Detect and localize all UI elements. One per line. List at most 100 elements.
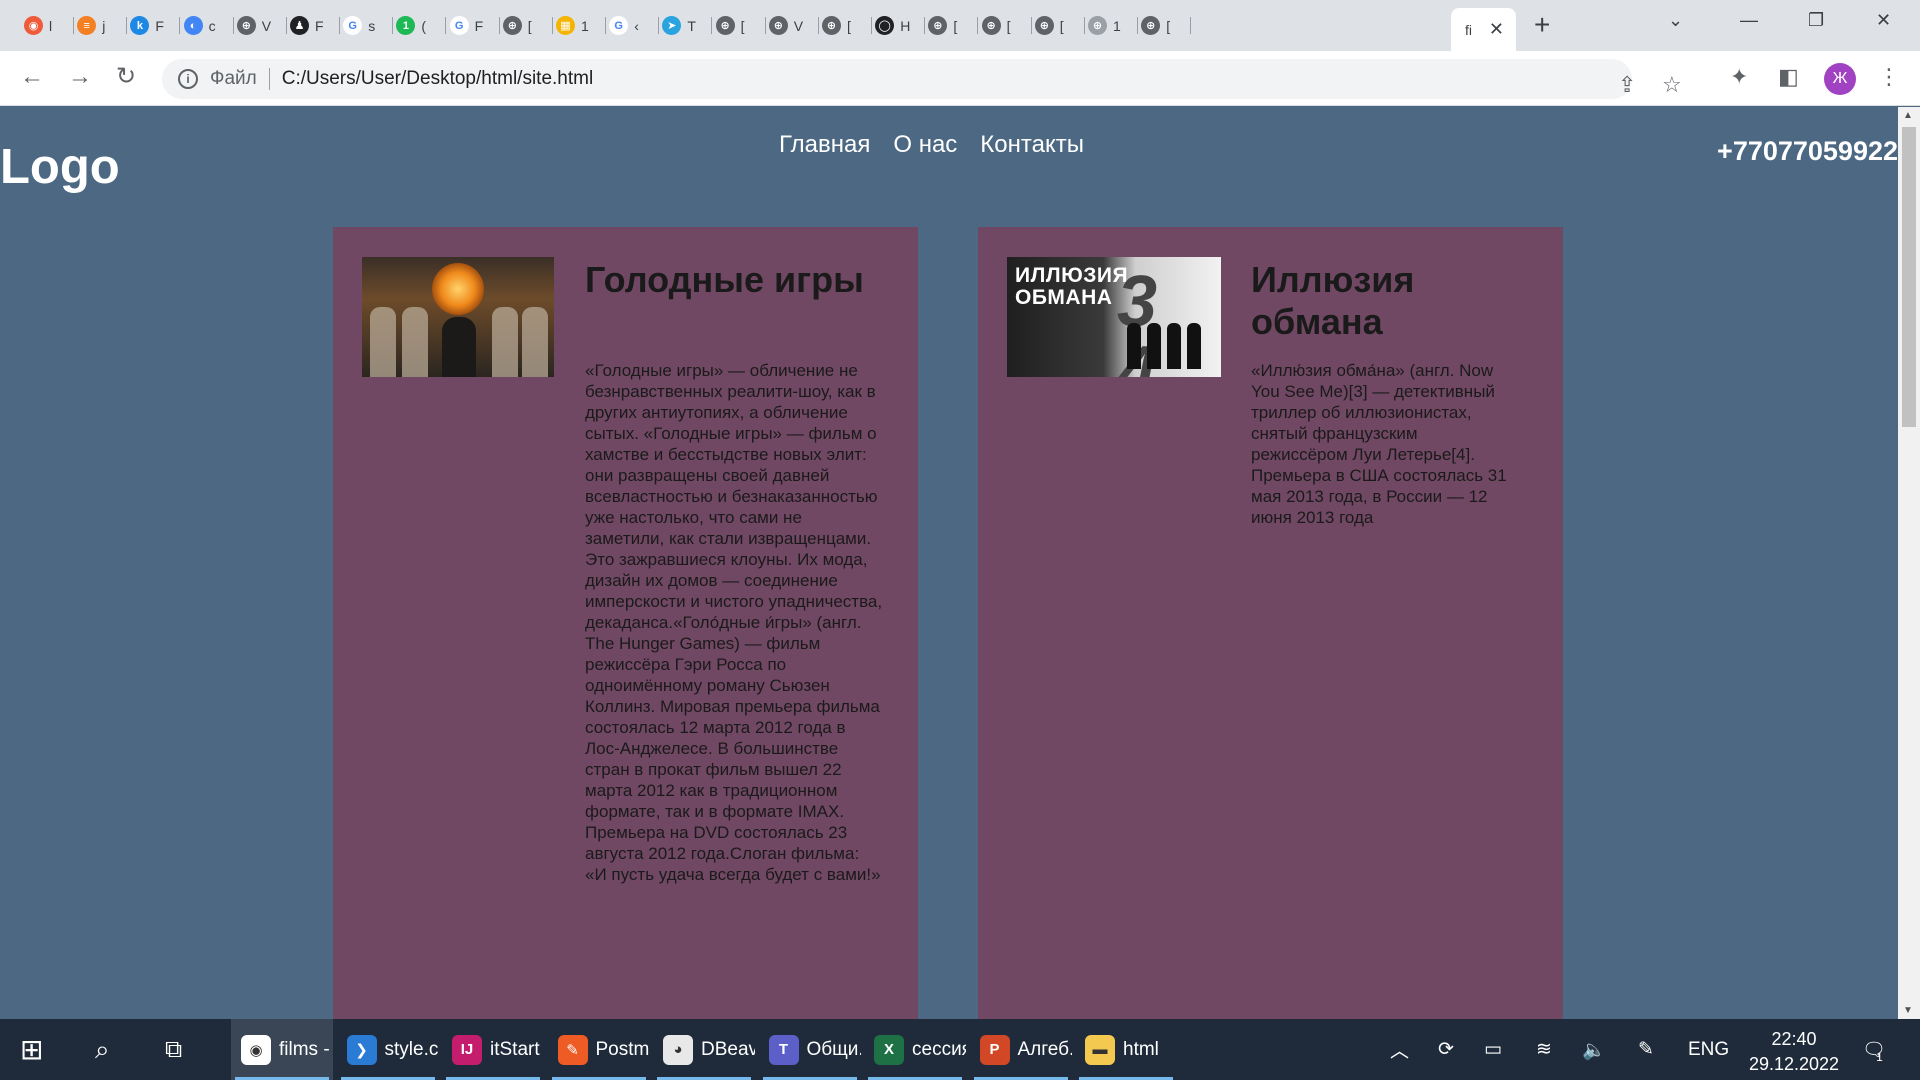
nav-link-about[interactable]: О нас (893, 131, 957, 159)
tab-favicon-icon: G (449, 16, 469, 35)
close-icon[interactable]: ✕ (1489, 19, 1504, 40)
taskbar-app-vscode[interactable]: ❯ style.c... (337, 1019, 439, 1080)
powerpoint-icon: P (979, 1034, 1010, 1065)
phone-number[interactable]: +77077059922 (1717, 136, 1898, 167)
taskbar-app-teams[interactable]: T Общи... (759, 1019, 861, 1080)
tab-search-icon[interactable]: ⌄ (1668, 10, 1683, 31)
scroll-down-arrow-icon[interactable]: ▼ (1903, 1005, 1913, 1016)
close-window-button[interactable]: ✕ (1876, 10, 1891, 31)
dbeaver-icon: ◕ (663, 1034, 693, 1065)
taskbar-app-intellij[interactable]: IJ itStart ... (442, 1019, 544, 1080)
tab-title: [ (1166, 17, 1171, 34)
tab-title: [ (740, 17, 745, 34)
taskbar-app-label: DBeav... (701, 1038, 755, 1060)
taskbar-app-chrome[interactable]: ◉ films - ... (231, 1019, 333, 1080)
reload-button[interactable]: ↻ (116, 63, 136, 91)
taskbar-app-dbeaver[interactable]: ◕ DBeav... (653, 1019, 755, 1080)
address-bar[interactable]: i Файл C:/Users/User/Desktop/html/site.h… (162, 59, 1682, 99)
browser-toolbar: ← → ↻ i Файл C:/Users/User/Desktop/html/… (0, 51, 1920, 106)
side-panel-icon[interactable]: ◧ (1778, 65, 1799, 89)
tab-favicon-icon: ⊕ (1141, 16, 1161, 35)
taskbar-app-label: html (1123, 1038, 1159, 1060)
update-icon[interactable]: ⟳ (1438, 1019, 1454, 1080)
wifi-icon[interactable]: ≋ (1536, 1019, 1552, 1080)
tab-favicon-icon: ⊕ (236, 16, 256, 35)
taskbar-app-label: Общи... (806, 1038, 861, 1060)
search-icon[interactable]: ⌕ (95, 1019, 110, 1080)
taskbar-app-postman[interactable]: ✎ Postm... (548, 1019, 650, 1080)
tab-title: V (793, 17, 804, 34)
film-title: Голодные игры (585, 259, 864, 300)
tab-title: H (900, 17, 911, 34)
share-icon[interactable]: ⇪ (1618, 73, 1636, 97)
scrollbar-thumb[interactable] (1902, 127, 1916, 427)
intellij-icon: IJ (452, 1034, 482, 1065)
tab-title: F (315, 17, 324, 34)
extensions-icon[interactable]: ✦ (1730, 65, 1748, 89)
menu-icon[interactable]: ⋮ (1878, 65, 1900, 89)
address-url[interactable]: C:/Users/User/Desktop/html/site.html (282, 68, 593, 90)
tab-title: [ (1006, 17, 1011, 34)
profile-avatar[interactable]: Ж (1824, 63, 1856, 95)
taskbar-app-folder[interactable]: ▬ html (1075, 1019, 1177, 1080)
restore-button[interactable]: ❐ (1808, 10, 1824, 31)
notification-count: 1 (1876, 1049, 1883, 1064)
minimize-button[interactable]: — (1740, 10, 1758, 31)
tab-title: V (261, 17, 272, 34)
web-page: Logo Главная О нас Контакты +77077059922… (0, 107, 1898, 1019)
pen-icon[interactable]: ✎ (1638, 1019, 1654, 1080)
notifications-icon[interactable]: 🗨 1 (1862, 1019, 1886, 1080)
new-tab-button[interactable]: + (1534, 10, 1550, 40)
teams-icon: T (768, 1034, 799, 1065)
tab-favicon-icon: ⊕ (502, 16, 522, 35)
tab-title: [ (527, 17, 532, 34)
address-divider (268, 68, 270, 90)
taskbar-app-excel[interactable]: Xсессия... (864, 1019, 966, 1080)
tab-favicon-icon: ⊕ (715, 16, 735, 35)
tab-favicon-icon: ◯ (875, 16, 895, 35)
tab-active[interactable]: fi ✕ (1451, 8, 1516, 51)
scroll-up-arrow-icon[interactable]: ▲ (1903, 110, 1913, 121)
browser-tab[interactable]: ⊕[ (1127, 8, 1192, 43)
tab-favicon-icon: ≡ (77, 16, 97, 35)
tab-title: ‹ (634, 17, 639, 34)
nav-link-contacts[interactable]: Контакты (980, 131, 1084, 159)
film-card-hunger-games: Голодные игры «Голодные игры» — обличени… (333, 227, 918, 1019)
taskbar-app-label: сессия... (912, 1038, 966, 1060)
page-scrollbar[interactable]: ▲ ▼ (1898, 107, 1920, 1019)
tab-favicon-icon: 1 (396, 16, 416, 35)
volume-icon[interactable]: 🔈 (1582, 1019, 1606, 1080)
taskbar-app-label: itStart ... (490, 1038, 544, 1060)
excel-icon: X (874, 1034, 904, 1065)
taskbar-app-powerpoint[interactable]: P Алгеб... (970, 1019, 1072, 1080)
battery-icon[interactable]: ▭ (1484, 1019, 1502, 1080)
tab-favicon-icon: ▦ (556, 16, 575, 35)
film-description: «Иллю́зия обма́на» (англ. Now You See Me… (1251, 361, 1507, 527)
bookmark-star-icon[interactable]: ☆ (1662, 73, 1682, 97)
address-scheme: Файл (210, 68, 257, 89)
info-icon[interactable]: i (178, 69, 198, 89)
language-indicator[interactable]: ENG (1688, 1019, 1729, 1080)
folder-icon: ▬ (1085, 1034, 1115, 1065)
tab-favicon-icon: k (130, 16, 150, 35)
clock[interactable]: 22:40 29.12.2022 (1744, 1027, 1844, 1077)
forward-button[interactable]: → (68, 63, 92, 91)
tab-title: 1 (1113, 17, 1121, 34)
taskbar-app-label: Postm... (595, 1038, 650, 1060)
task-view-icon[interactable]: ⧉ (165, 1019, 182, 1080)
tab-title: j (102, 17, 106, 34)
tab-favicon-icon: ⊕ (1088, 16, 1107, 35)
start-windows-icon[interactable]: ⊞ (20, 1019, 43, 1080)
nav-link-home[interactable]: Главная (779, 131, 870, 159)
tab-title: [ (953, 17, 958, 34)
film-card-now-you-see-me: ИЛЛЮЗИЯ ОБМАНА 34 Иллюзия обмана «Иллю́з… (978, 227, 1563, 1019)
hunger-games-poster-image (362, 257, 554, 377)
back-button[interactable]: ← (20, 63, 44, 91)
tab-title: 1 (581, 17, 589, 34)
tray-overflow-chevron-icon[interactable]: ︿ (1390, 1019, 1409, 1080)
site-logo[interactable]: Logo (0, 139, 120, 195)
poster-title-text: ИЛЛЮЗИЯ ОБМАНА (1015, 264, 1129, 309)
now-you-see-me-poster-image: ИЛЛЮЗИЯ ОБМАНА 34 (1007, 257, 1221, 377)
tab-title: c (208, 17, 216, 34)
tab-favicon-icon: ⊕ (768, 16, 788, 35)
